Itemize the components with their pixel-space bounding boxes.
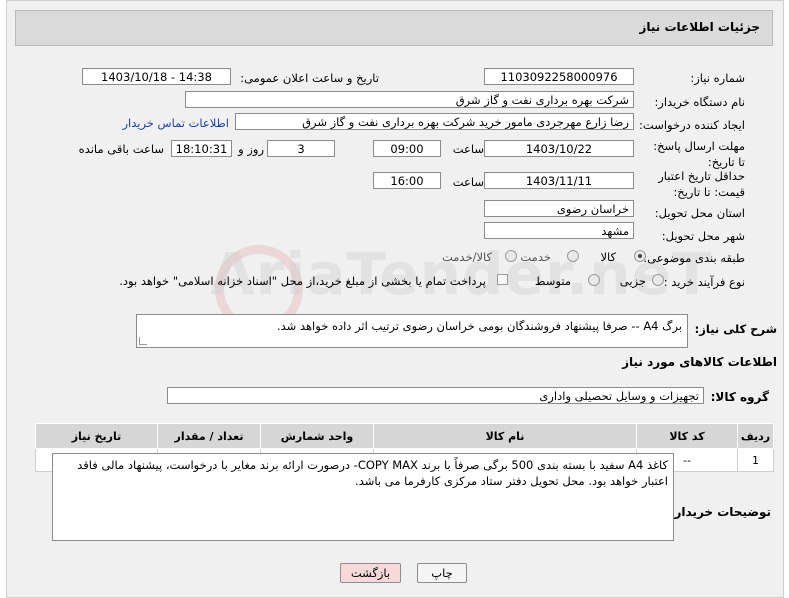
days-label: روز و [238, 142, 264, 156]
cell-row: 1 [737, 448, 774, 472]
table-header-row: ردیف کد کالا نام کالا واحد شمارش تعداد /… [35, 423, 774, 449]
deadline-time-label: ساعت [452, 142, 484, 156]
city-label: شهر محل تحویل: [661, 229, 745, 243]
validity-label: حداقل تاریخ اعتبار قیمت: تا تاریخ: [658, 169, 745, 199]
back-button[interactable]: بازگشت [340, 563, 401, 583]
goods-group-field[interactable]: تجهیزات و وسایل تحصیلی واداری [167, 387, 704, 404]
city-field[interactable]: مشهد [484, 222, 634, 239]
col-row-header: ردیف [737, 423, 774, 449]
announce-label: تاریخ و ساعت اعلان عمومی: [240, 71, 379, 85]
province-label: استان محل تحویل: [654, 206, 745, 220]
panel-header: جزئیات اطلاعات نیاز [15, 10, 773, 46]
col-name-header: نام کالا [373, 423, 637, 449]
need-number-field[interactable]: 1103092258000976 [484, 68, 634, 85]
validity-date-field[interactable]: 1403/11/11 [484, 172, 634, 189]
treasury-payment-note: پرداخت تمام یا بخشی از مبلغ خرید،از محل … [119, 274, 486, 288]
category-option-goods: کالا [600, 250, 616, 264]
requester-label: ایجاد کننده درخواست: [639, 118, 745, 132]
goods-group-label: گروه کالا: [710, 390, 769, 404]
need-number-label: شماره نیاز: [690, 71, 745, 85]
print-button[interactable]: چاپ [417, 563, 467, 583]
days-field[interactable]: 3 [267, 140, 335, 157]
resize-handle-icon[interactable] [139, 337, 147, 345]
contact-info-link[interactable]: اطلاعات تماس خریدار [122, 116, 229, 130]
category-radio-goods[interactable] [634, 250, 646, 262]
deadline-date-field[interactable]: 1403/10/22 [484, 140, 634, 157]
col-date-header: تاریخ نیاز [35, 423, 158, 449]
remaining-label: ساعت باقی مانده [78, 142, 164, 156]
col-unit-header: واحد شمارش [260, 423, 374, 449]
description-text: برگ A4 -- صرفا پیشنهاد فروشندگان بومی خر… [276, 319, 682, 333]
validity-time-field[interactable]: 16:00 [373, 172, 441, 189]
deadline-time-field[interactable]: 09:00 [373, 140, 441, 157]
remaining-time-field[interactable]: 18:10:31 [171, 140, 232, 157]
category-radio-service[interactable] [567, 250, 579, 262]
description-field[interactable]: برگ A4 -- صرفا پیشنهاد فروشندگان بومی خر… [136, 314, 688, 348]
goods-info-title: اطلاعات کالاهای مورد نیاز [622, 355, 777, 369]
category-radio-goods-service[interactable] [505, 250, 517, 262]
buyer-notes-text: کاغذ A4 سفید با بسته بندی 500 برگی صرفاً… [77, 458, 668, 488]
validity-time-label: ساعت [452, 175, 484, 189]
treasury-payment-checkbox[interactable] [497, 274, 508, 285]
col-code-header: کد کالا [636, 423, 738, 449]
category-label: طبقه بندی موضوعی: [643, 251, 745, 265]
buyer-notes-label: توضیحات خریدار: [669, 505, 771, 519]
purchase-type-label: نوع فرآیند خرید : [663, 275, 745, 289]
requester-field[interactable]: رضا زارع مهرجردی مامور خرید شرکت بهره بر… [235, 113, 634, 130]
buyer-notes-field[interactable]: کاغذ A4 سفید با بسته بندی 500 برگی صرفاً… [52, 453, 674, 541]
buyer-org-label: نام دستگاه خریدار: [654, 95, 745, 109]
buyer-org-field[interactable]: شرکت بهره برداری نفت و گاز شرق [185, 91, 634, 108]
deadline-label: مهلت ارسال پاسخ: تا تاریخ: [653, 139, 745, 169]
purchase-radio-medium[interactable] [588, 274, 600, 286]
category-option-goods-service: کالا/خدمت [441, 250, 492, 264]
purchase-option-minor: جزیی [619, 274, 646, 288]
province-field[interactable]: خراسان رضوی [484, 200, 634, 217]
col-qty-header: تعداد / مقدار [157, 423, 261, 449]
panel-title: جزئیات اطلاعات نیاز [639, 20, 760, 34]
purchase-option-medium: متوسط [534, 274, 571, 288]
purchase-radio-minor[interactable] [652, 274, 664, 286]
category-option-service: خدمت [520, 250, 551, 264]
description-label: شرح کلی نیاز: [694, 322, 777, 336]
announce-datetime-field[interactable]: 1403/10/18 - 14:38 [82, 68, 231, 85]
